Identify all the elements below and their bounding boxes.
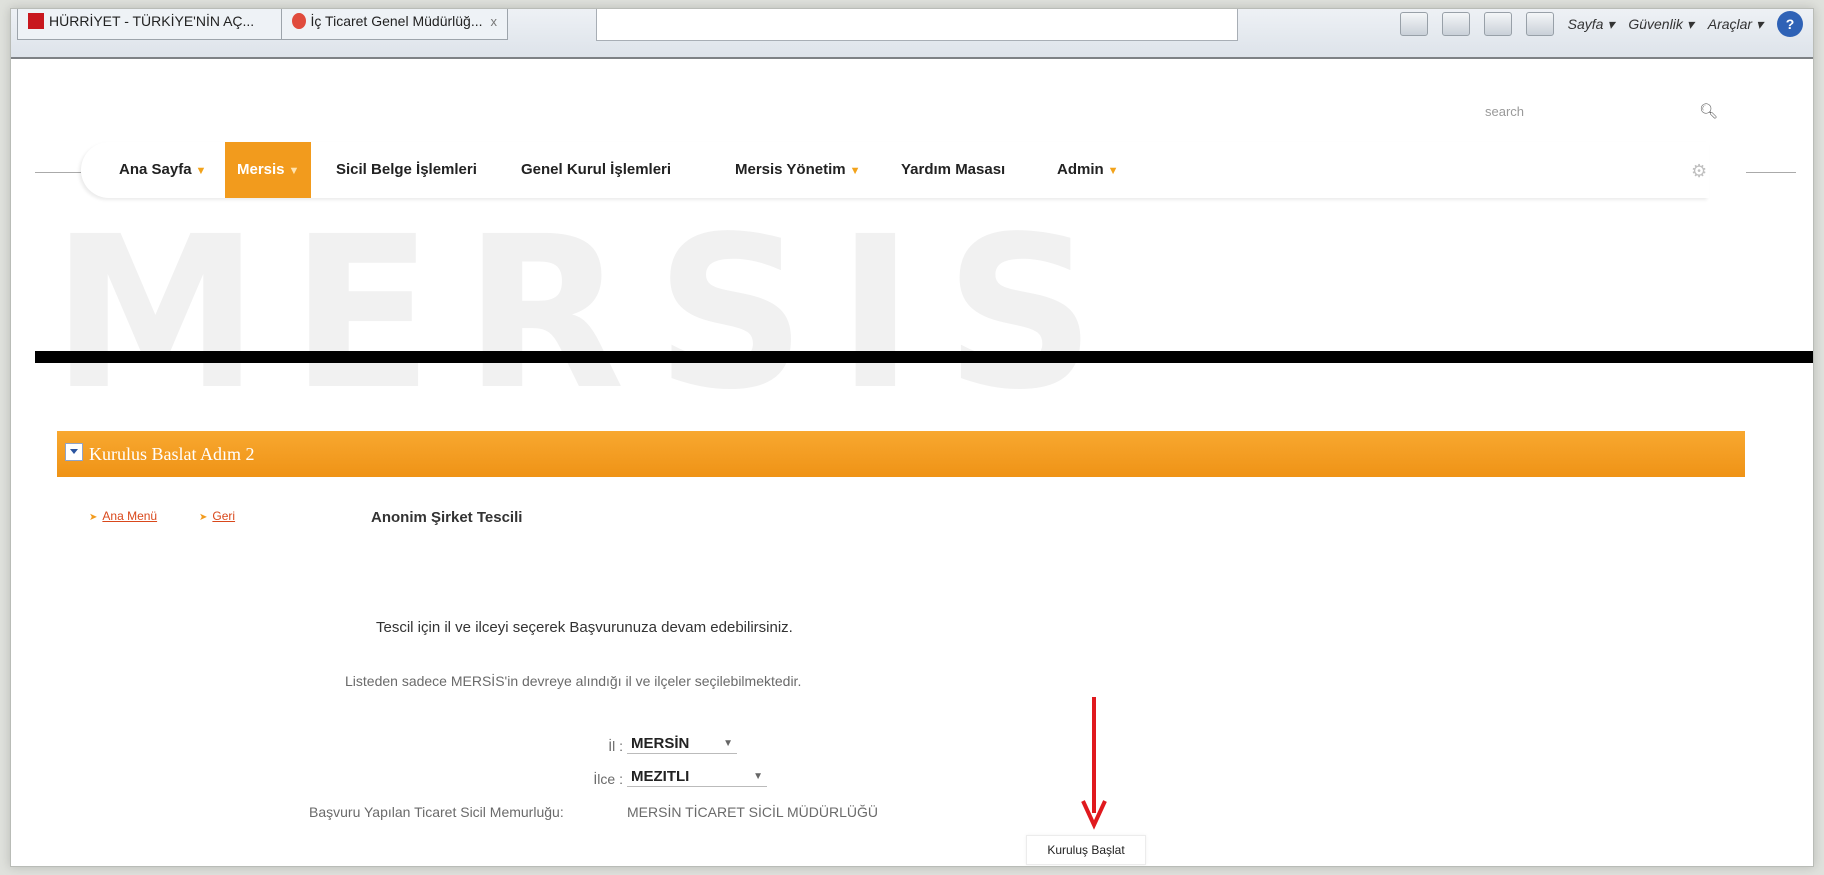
panel-title: Kurulus Baslat Adım 2: [89, 444, 255, 464]
chevron-down-icon: ▼: [753, 771, 763, 782]
ilce-label: İlce :: [593, 771, 623, 787]
tab-close-icon[interactable]: x: [491, 14, 498, 29]
panel-header: Kurulus Baslat Adım 2: [57, 431, 1745, 477]
nav-item-sicil-belge[interactable]: Sicil Belge İşlemleri: [324, 142, 489, 198]
chevron-down-icon: ▼: [195, 165, 207, 177]
nav-item-mersis-yonetim[interactable]: Mersis Yönetim ▼: [723, 142, 873, 198]
browser-tab-ticaret[interactable]: İç Ticaret Genel Müdürlüğ... x: [281, 9, 508, 40]
red-arrow-annotation-icon: [1081, 697, 1107, 830]
page-subtitle: Anonim Şirket Tescili: [371, 509, 523, 526]
gear-icon[interactable]: ⚙: [1691, 161, 1707, 182]
nav-label: Mersis: [237, 161, 285, 178]
ilce-selected-value: MEZITLI: [631, 768, 690, 785]
mail-icon[interactable]: [1483, 12, 1512, 36]
help-icon[interactable]: ?: [1777, 11, 1803, 37]
nav-label: Mersis Yönetim: [735, 161, 846, 178]
nav-item-admin[interactable]: Admin ▼: [1045, 142, 1131, 198]
search-icon[interactable]: 🔍︎: [1699, 102, 1718, 120]
browser-tab-hurriyet[interactable]: HÜRRİYET - TÜRKİYE'NİN AÇ...: [17, 9, 294, 40]
nav-label: Yardım Masası: [901, 161, 1006, 178]
chevron-down-icon: ▼: [288, 165, 300, 177]
page-menu[interactable]: Sayfa ▾: [1568, 16, 1615, 33]
link-label: Ana Menü: [102, 509, 158, 523]
nav-label: Sicil Belge İşlemleri: [336, 161, 477, 178]
hurriyet-favicon-icon: [28, 13, 44, 29]
browser-command-bar: Sayfa ▾ Güvenlik ▾ Araçlar ▾ ?: [1399, 9, 1803, 39]
ana-menu-link[interactable]: ➤ Ana Menü: [89, 509, 157, 523]
nav-label: Admin: [1057, 161, 1104, 178]
security-menu[interactable]: Güvenlik ▾: [1628, 16, 1693, 33]
ilce-select[interactable]: MEZITLI ▼: [627, 768, 767, 787]
chevron-down-icon: ▼: [849, 165, 861, 177]
nav-item-mersis[interactable]: Mersis ▼: [225, 142, 312, 198]
search-input[interactable]: search: [1485, 104, 1524, 119]
print-icon[interactable]: [1525, 12, 1554, 36]
nav-label: Ana Sayfa: [119, 161, 192, 178]
link-label: Geri: [212, 509, 236, 523]
nav-item-ana-sayfa[interactable]: Ana Sayfa ▼: [107, 142, 218, 198]
tools-menu[interactable]: Araçlar ▾: [1708, 16, 1763, 33]
registry-label: Başvuru Yapılan Ticaret Sicil Memurluğu:: [309, 804, 564, 820]
il-select[interactable]: MERSİN ▼: [627, 735, 737, 754]
browser-toolbar: HÜRRİYET - TÜRKİYE'NİN AÇ... İç Ticaret …: [11, 9, 1813, 59]
page-frame: HÜRRİYET - TÜRKİYE'NİN AÇ... İç Ticaret …: [10, 8, 1814, 867]
home-icon[interactable]: [1399, 12, 1428, 36]
address-bar[interactable]: [596, 9, 1238, 41]
mersis-watermark: MERSIS: [51, 191, 1126, 436]
tab-label: HÜRRİYET - TÜRKİYE'NİN AÇ...: [49, 13, 255, 29]
header-divider-band: [35, 351, 1813, 363]
nav-item-genel-kurul[interactable]: Genel Kurul İşlemleri: [509, 142, 683, 198]
arrow-right-icon: ➤: [89, 512, 98, 523]
registry-value: MERSİN TİCARET SİCİL MÜDÜRLÜĞÜ: [627, 804, 878, 820]
nav-item-yardim-masasi[interactable]: Yardım Masası: [889, 142, 1017, 198]
nav-divider-right: [1746, 172, 1796, 173]
kurulus-baslat-button[interactable]: Kuruluş Başlat: [1026, 835, 1146, 865]
info-text: Listeden sadece MERSİS'in devreye alındı…: [345, 673, 802, 689]
chevron-down-icon: ▼: [1107, 165, 1119, 177]
nav-label: Genel Kurul İşlemleri: [521, 161, 672, 178]
instruction-text: Tescil için il ve ilceyi seçerek Başvuru…: [376, 619, 793, 636]
ticaret-favicon-icon: [292, 13, 306, 29]
arrow-right-icon: ➤: [199, 512, 208, 523]
geri-link[interactable]: ➤ Geri: [199, 509, 235, 523]
il-selected-value: MERSİN: [631, 735, 690, 752]
collapse-toggle-icon[interactable]: [65, 443, 83, 461]
nav-divider-left: [35, 172, 81, 173]
tab-label: İç Ticaret Genel Müdürlüğ...: [310, 13, 483, 29]
chevron-down-icon: ▼: [723, 738, 733, 749]
il-label: İl :: [608, 738, 623, 754]
rss-icon[interactable]: [1441, 12, 1470, 36]
